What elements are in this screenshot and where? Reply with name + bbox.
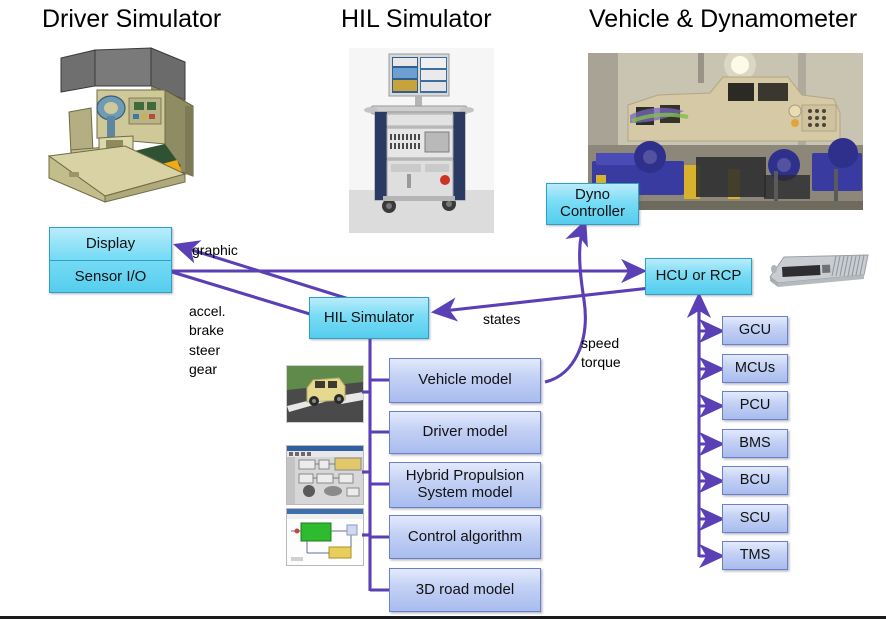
hil-rack-image [349,48,494,233]
title-hil-simulator: HIL Simulator [341,5,492,33]
driver-io-box[interactable]: Display Sensor I/O [49,227,172,293]
dyno-controller-line2: Controller [559,203,626,220]
display-label: Display [50,228,171,261]
dyno-controller-line1: Dyno [574,186,611,204]
model-box-driver-model[interactable]: Driver model [389,411,541,454]
ecu-box-mcus[interactable]: MCUs [722,354,788,383]
model-box-vehicle-model[interactable]: Vehicle model [389,358,541,403]
sensor-io-label: Sensor I/O [74,267,147,285]
model-box-hybrid-propulsion-system-model[interactable]: Hybrid Propulsion System model [389,462,541,508]
simulink-model-thumbnail [286,445,364,505]
ecu-hardware-image [760,243,878,295]
driver-cockpit-image [33,46,221,211]
diagram-canvas: Driver Simulator HIL Simulator Vehicle &… [0,0,886,619]
hil-simulator-box[interactable]: HIL Simulator [309,297,429,339]
ecu-box-bcu[interactable]: BCU [722,466,788,495]
edge-label-states: states [483,311,521,327]
ecu-box-scu[interactable]: SCU [722,504,788,533]
hcu-or-rcp-box[interactable]: HCU or RCP [645,258,752,295]
ecu-box-gcu[interactable]: GCU [722,316,788,345]
control-diagram-thumbnail [286,508,364,566]
edge-label-driver-inputs: accel. brake steer gear [189,303,226,377]
model-box-3d-road-model[interactable]: 3D road model [389,568,541,612]
ecu-box-bms[interactable]: BMS [722,429,788,458]
title-driver-simulator: Driver Simulator [42,5,222,33]
dyno-controller-box[interactable]: Dyno Controller [546,183,639,225]
title-vehicle-dynamometer: Vehicle & Dynamometer [589,5,858,33]
ecu-box-pcu[interactable]: PCU [722,391,788,420]
ecu-box-tms[interactable]: TMS [722,541,788,570]
vehicle-3d-thumbnail [286,365,364,423]
edge-label-speed-torque: speed torque [581,335,621,371]
model-box-control-algorithm[interactable]: Control algorithm [389,515,541,559]
edge-label-graphic: graphic [192,242,238,258]
